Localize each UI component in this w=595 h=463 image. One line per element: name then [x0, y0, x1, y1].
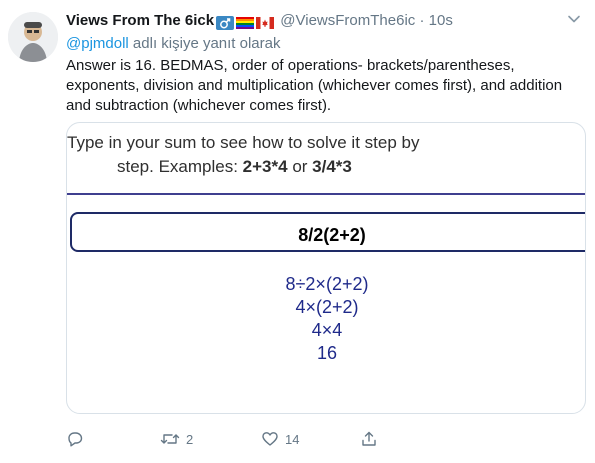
separator: · — [419, 12, 425, 29]
heart-icon — [262, 432, 278, 446]
retweet-count: 2 — [186, 431, 194, 447]
expression-value: 8/2(2+2) — [298, 225, 366, 245]
solution-step: 4×4 — [311, 320, 343, 340]
avatar-illustration — [8, 12, 58, 62]
reply-mention-link[interactable]: @pjmdoll — [66, 35, 129, 52]
avatar[interactable] — [8, 12, 58, 62]
hint-or: or — [287, 157, 313, 176]
rainbow-flag-icon — [236, 16, 255, 30]
reply-context: @pjmdoll adlı kişiye yanıt olarak — [66, 35, 281, 52]
hint-line-1: Type in your sum to see how to solve it … — [67, 133, 420, 152]
divider — [67, 193, 585, 195]
like-button[interactable]: 14 — [261, 428, 299, 450]
example-2: 3/4*3 — [312, 157, 352, 176]
solution-steps: 8÷2×(2+2) 4×(2+2) 4×4 16 — [67, 273, 585, 365]
canada-flag-icon — [256, 16, 275, 30]
chevron-down-icon[interactable] — [567, 12, 581, 26]
retweet-icon — [160, 434, 180, 444]
tweet-header: Views From The 6ick @ViewsFromThe6ic · 1… — [66, 12, 586, 34]
solution-step: 8÷2×(2+2) — [285, 274, 369, 294]
retweet-button[interactable]: 2 — [160, 428, 193, 450]
like-count: 14 — [285, 431, 300, 447]
author-name[interactable]: Views From The 6ick — [66, 12, 214, 29]
author-handle[interactable]: @ViewsFromThe6ic — [280, 12, 415, 29]
name-badges — [216, 14, 276, 31]
hint-line-2: step. Examples: 2+3*4 or 3/4*3 — [67, 155, 585, 179]
media-card[interactable]: Type in your sum to see how to solve it … — [66, 122, 586, 414]
solution-step: 4×(2+2) — [295, 297, 359, 317]
timestamp[interactable]: 10s — [429, 12, 453, 29]
hint-line-2-prefix: step. Examples: — [117, 157, 243, 176]
male-sign-icon — [216, 16, 235, 31]
solution-step: 16 — [316, 343, 338, 363]
share-icon — [362, 431, 376, 446]
reply-button[interactable] — [66, 428, 90, 450]
example-1: 2+3*4 — [242, 157, 288, 176]
calculator-hint: Type in your sum to see how to solve it … — [67, 131, 585, 179]
share-button[interactable] — [360, 428, 384, 450]
tweet-text: Answer is 16. BEDMAS, order of operation… — [66, 57, 563, 114]
reply-icon — [68, 432, 83, 447]
expression-input-box: 8/2(2+2) — [70, 212, 585, 252]
tweet-actions: 2 14 — [66, 428, 586, 450]
reply-context-label: adlı kişiye yanıt olarak — [132, 35, 281, 52]
tweet: Views From The 6ick @ViewsFromThe6ic · 1… — [0, 0, 595, 463]
